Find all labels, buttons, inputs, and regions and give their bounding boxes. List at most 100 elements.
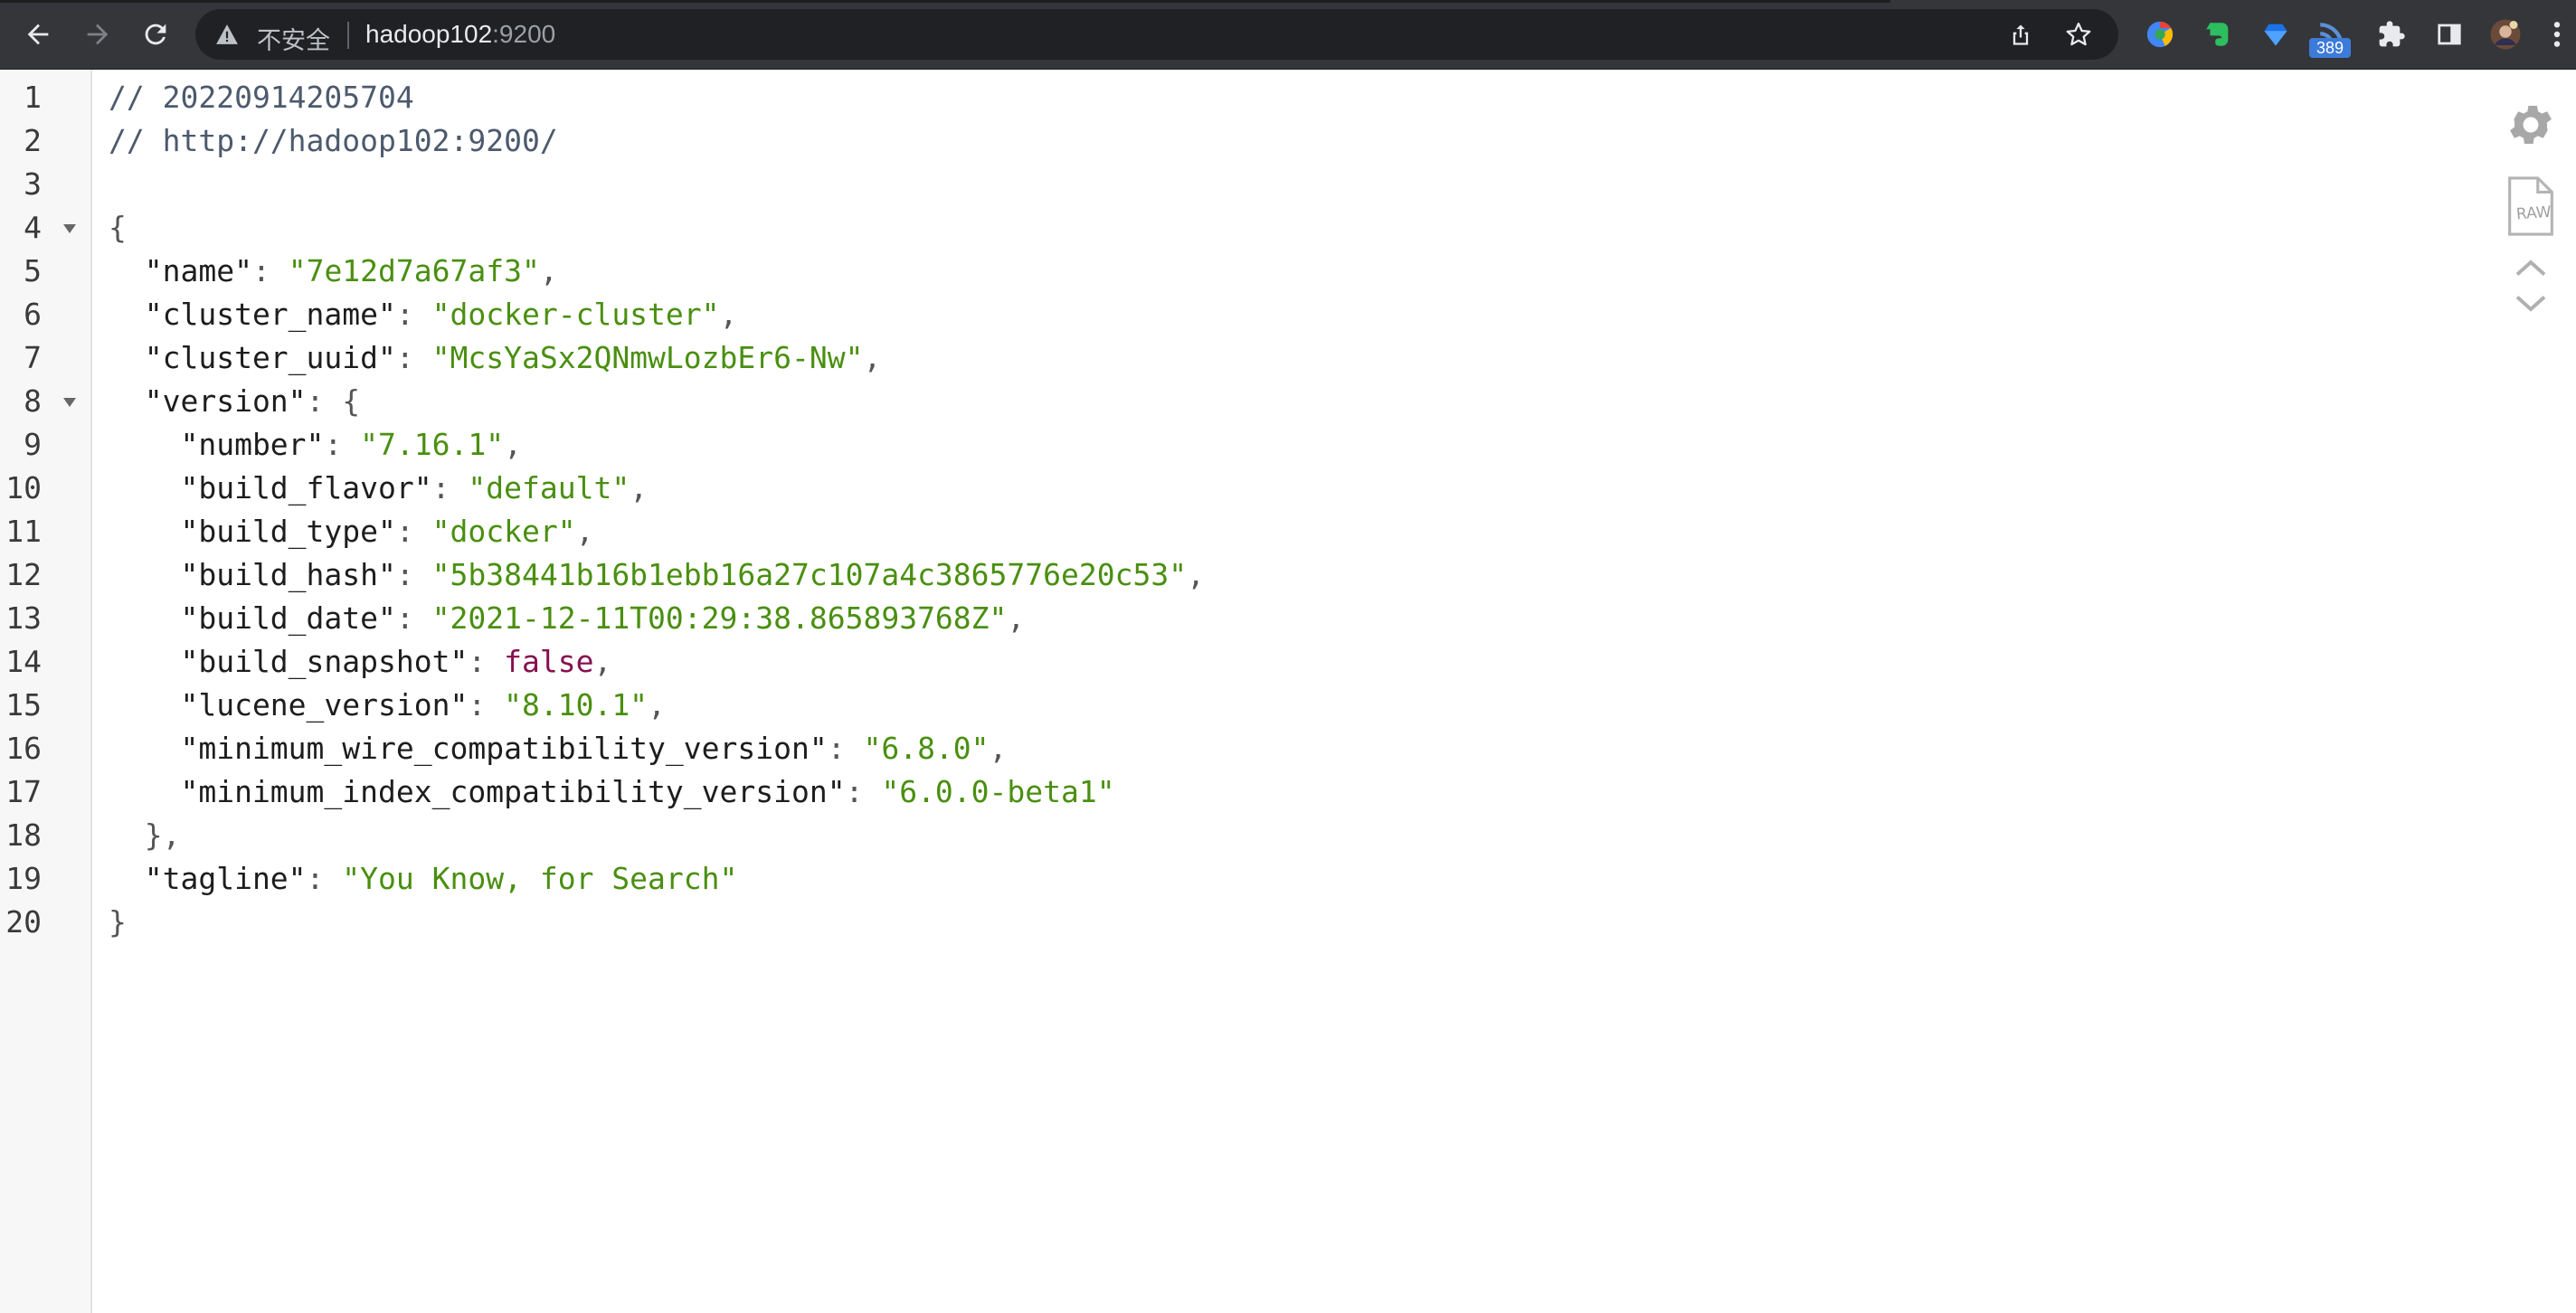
warning-icon: [216, 24, 238, 44]
token-key: "tagline": [109, 861, 307, 896]
token-punct: :: [395, 600, 432, 636]
code-line: 13 "build_date": "2021-12-11T00:29:38.86…: [0, 597, 1266, 640]
puzzle-icon: [2379, 21, 2405, 47]
token-punct: ,: [863, 340, 882, 375]
code-line: 3: [0, 163, 1266, 206]
token-punct: :: [468, 687, 505, 723]
line-number: 6: [24, 297, 42, 332]
code-line: 1 // 20220914205704: [0, 76, 1266, 119]
share-button[interactable]: [2006, 20, 2035, 49]
extensions-button[interactable]: [2372, 14, 2411, 54]
line-number: 13: [5, 600, 42, 636]
code-text: // 20220914205704: [109, 76, 414, 119]
token-key: "lucene_version": [109, 687, 469, 723]
reload-button[interactable]: [137, 16, 174, 52]
code-line: 2 // http://hadoop102:9200/: [0, 119, 1266, 163]
token-key: "build_hash": [109, 557, 396, 592]
token-key: "cluster_name": [109, 297, 396, 332]
collapse-all-button[interactable]: [2511, 251, 2551, 284]
code-text: "name": "7e12d7a67af3",: [109, 250, 558, 293]
code-line: 4{: [0, 206, 1266, 250]
line-number: 7: [24, 340, 42, 375]
code-line: 10 "build_flavor": "default",: [0, 467, 1266, 510]
token-punct: ,: [630, 470, 649, 505]
code-line: 8 "version": {: [0, 380, 1266, 423]
token-punct: :: [845, 774, 882, 809]
code-text: "build_snapshot": false,: [109, 640, 611, 684]
profile-avatar[interactable]: [2486, 14, 2525, 54]
token-str: "8.10.1": [504, 687, 649, 723]
line-number: 10: [5, 470, 42, 505]
token-str: "6.0.0-beta1": [881, 774, 1115, 809]
line-number: 3: [24, 166, 42, 202]
address-bar[interactable]: 不安全 hadoop102:9200: [195, 9, 2118, 60]
code-text: "number": "7.16.1",: [109, 423, 522, 467]
divider: [347, 22, 349, 49]
browser-menu-button[interactable]: [2543, 14, 2571, 54]
token-punct: :: [395, 557, 432, 592]
gear-icon: [2510, 105, 2552, 145]
raw-label: RAW: [2515, 203, 2552, 224]
code-line: 18 },: [0, 814, 1266, 857]
bookmark-button[interactable]: [2064, 20, 2093, 49]
line-number: 19: [5, 861, 42, 896]
token-comment: // http://hadoop102:9200/: [109, 123, 558, 158]
code-text: "build_hash": "5b38441b16b1ebb16a27c107a…: [109, 553, 1205, 597]
diamond-icon: [2264, 24, 2287, 46]
forward-button[interactable]: [80, 16, 116, 52]
line-number: 15: [5, 687, 42, 723]
line-number: 16: [5, 731, 42, 766]
settings-button[interactable]: [2502, 96, 2560, 154]
line-number: 9: [24, 427, 42, 462]
side-panel-button[interactable]: [2429, 14, 2469, 54]
code-line: 6 "cluster_name": "docker-cluster",: [0, 293, 1266, 336]
token-key: "name": [109, 253, 252, 288]
code-line: 20}: [0, 901, 1266, 944]
extension-chrome-color-button[interactable]: [2140, 14, 2180, 54]
loading-bar: [0, 0, 1890, 3]
token-punct: ,: [1187, 557, 1205, 592]
code-text: "cluster_uuid": "McsYaSx2QNmwLozbEr6-Nw"…: [109, 336, 882, 380]
code-line: 16 "minimum_wire_compatibility_version":…: [0, 727, 1266, 770]
token-str: "docker-cluster": [431, 297, 720, 332]
token-punct: ,: [648, 687, 666, 723]
token-key: "build_type": [109, 514, 396, 549]
chevron-down-icon: [2515, 296, 2546, 312]
code-text: "minimum_wire_compatibility_version": "6…: [109, 727, 1007, 770]
token-punct: :: [395, 297, 432, 332]
url-text[interactable]: hadoop102:9200: [365, 20, 555, 49]
extension-gem-button[interactable]: [2256, 14, 2296, 54]
token-str: "7e12d7a67af3": [288, 253, 540, 288]
token-bool: false: [504, 644, 594, 679]
token-key: "build_snapshot": [109, 644, 469, 679]
reload-icon: [145, 24, 166, 45]
token-punct: :: [306, 861, 343, 896]
token-punct: :: [395, 514, 432, 549]
color-wheel-icon: [2146, 21, 2174, 48]
avatar-icon: [2490, 19, 2521, 50]
code-text: "lucene_version": "8.10.1",: [109, 684, 666, 727]
token-punct: {: [109, 210, 127, 245]
extension-evernote-button[interactable]: [2198, 14, 2238, 54]
back-button[interactable]: [20, 16, 56, 52]
code-line: 9 "number": "7.16.1",: [0, 423, 1266, 467]
code-text: },: [109, 814, 181, 857]
arrow-right-icon: [87, 24, 109, 45]
expand-all-button[interactable]: [2511, 288, 2551, 320]
code-line: 17 "minimum_index_compatibility_version"…: [0, 770, 1266, 814]
code-text: {: [109, 206, 127, 250]
fold-toggle-icon[interactable]: [63, 398, 76, 407]
token-punct: ,: [1007, 600, 1026, 636]
code-text: "version": {: [109, 380, 360, 423]
chevron-up-icon: [2515, 260, 2546, 276]
token-key: "build_date": [109, 600, 396, 636]
security-label[interactable]: 不安全: [257, 21, 330, 56]
code-line: 15 "lucene_version": "8.10.1",: [0, 684, 1266, 727]
line-number: 4: [24, 210, 42, 245]
fold-toggle-icon[interactable]: [63, 224, 76, 233]
code-line: 14 "build_snapshot": false,: [0, 640, 1266, 684]
raw-view-button[interactable]: RAW: [2504, 172, 2558, 241]
token-str: "You Know, for Search": [342, 861, 738, 896]
line-number: 18: [5, 817, 42, 853]
token-key: "number": [109, 427, 325, 462]
